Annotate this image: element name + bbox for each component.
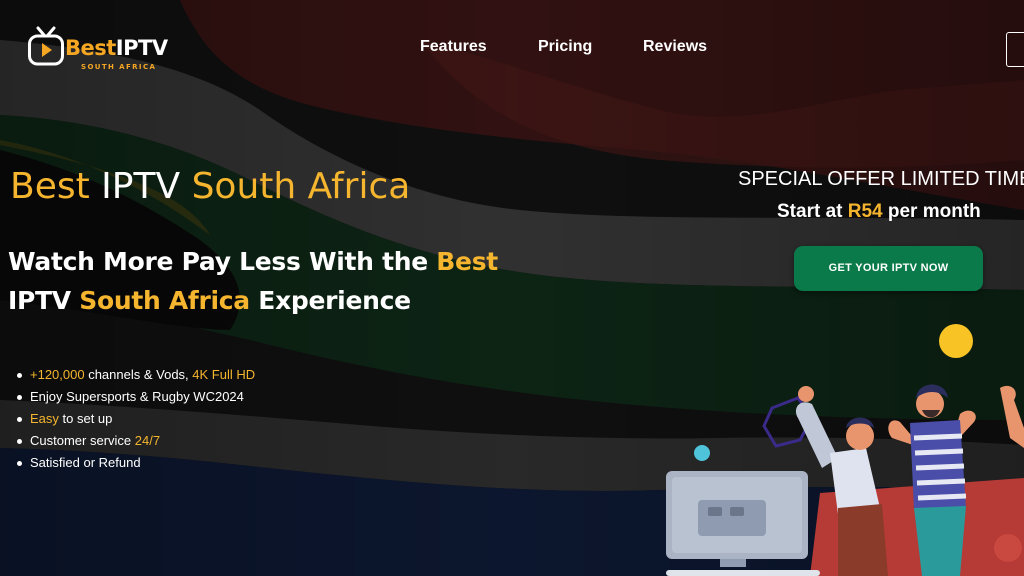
site-logo[interactable]: BestIPTV SOUTH AFRICA [28, 26, 188, 76]
nav-item-reviews[interactable]: Reviews [643, 38, 707, 56]
hero-title: Best IPTV South Africa [10, 166, 411, 207]
get-iptv-button[interactable]: GET YOUR IPTV NOW [794, 246, 983, 291]
nav-item-pricing[interactable]: Pricing [538, 38, 592, 56]
menu-toggle-button[interactable] [1006, 32, 1024, 67]
list-item: +120,000 channels & Vods, 4K Full HD [16, 365, 255, 387]
fans-watching-tv-illustration [660, 318, 1024, 576]
site-header: BestIPTV SOUTH AFRICA Features Pricing R… [0, 0, 1024, 96]
features-list: +120,000 channels & Vods, 4K Full HD Enj… [16, 365, 255, 475]
logo-subtitle: SOUTH AFRICA [81, 63, 157, 71]
list-item: Easy to set up [16, 409, 255, 431]
list-item: Customer service 24/7 [16, 431, 255, 453]
logo-wordmark: BestIPTV [65, 36, 168, 60]
special-offer-headline: SPECIAL OFFER LIMITED TIME [738, 168, 1024, 190]
hero-subtitle: Watch More Pay Less With the Best IPTV So… [8, 247, 498, 315]
nav-item-features[interactable]: Features [420, 38, 487, 56]
list-item: Enjoy Supersports & Rugby WC2024 [16, 387, 255, 409]
list-item: Satisfied or Refund [16, 453, 255, 475]
price-line: Start at R54 per month [777, 201, 981, 222]
tv-play-icon [28, 26, 64, 68]
